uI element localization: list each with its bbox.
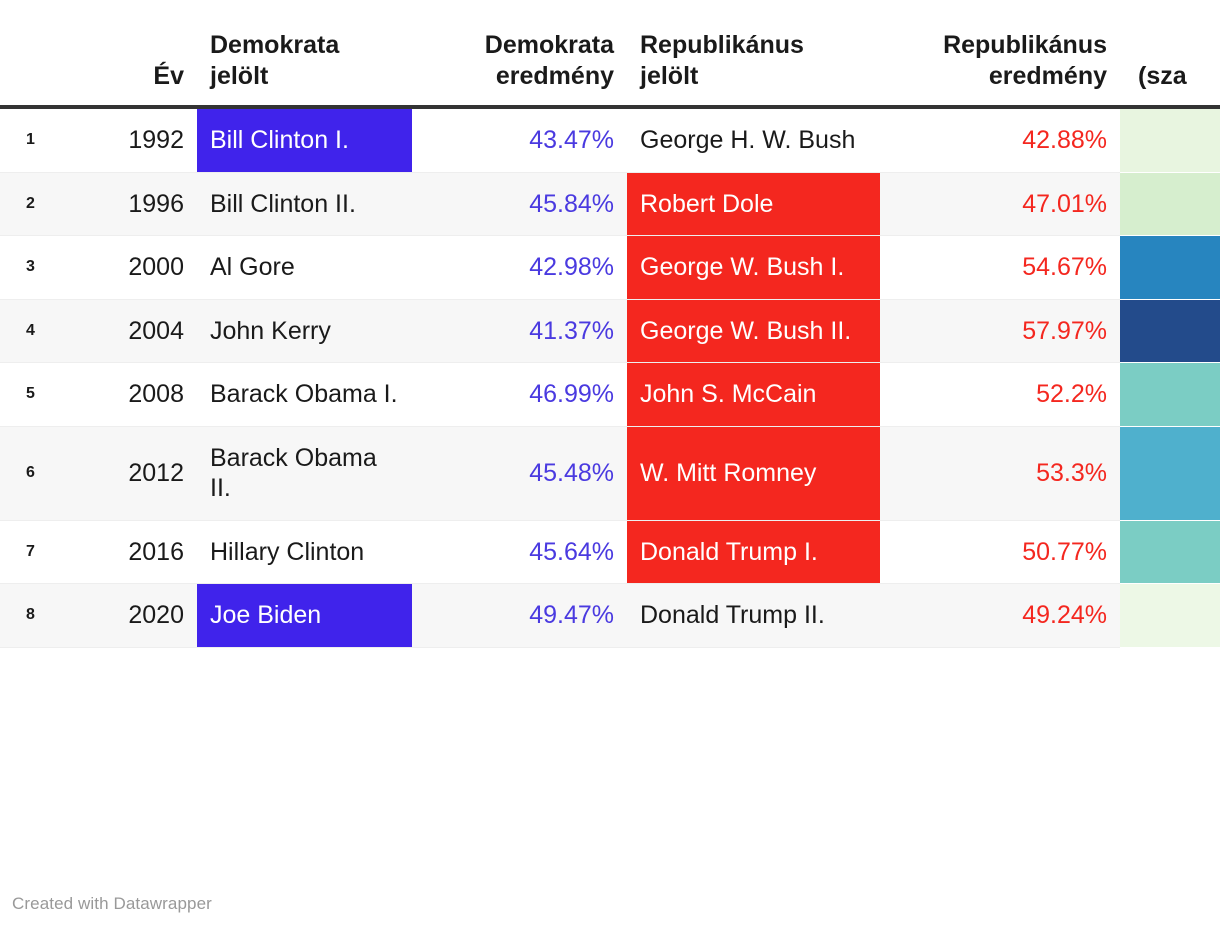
cell-color-swatch: [1120, 235, 1220, 300]
cell-democrat-result: 41.37%: [412, 299, 627, 363]
cell-democrat-result: 49.47%: [412, 583, 627, 648]
cell-democrat-result: 43.47%: [412, 107, 627, 173]
cell-color-swatch: [1120, 107, 1220, 173]
row-index: 7: [0, 520, 60, 584]
row-index: 5: [0, 362, 60, 427]
cell-republican-result: 57.97%: [880, 299, 1120, 363]
cell-republican-result: 49.24%: [880, 583, 1120, 648]
table-row: 6 2012 Barack Obama II. 45.48% W. Mitt Romne…: [0, 426, 1220, 521]
cell-republican-candidate: George W. Bush I.: [627, 235, 880, 300]
election-results-table: Év Demokrata jelölt Demokrata eredmény R…: [0, 30, 1220, 648]
datawrapper-credit[interactable]: Created with Datawrapper: [12, 894, 212, 914]
row-index: 3: [0, 235, 60, 300]
cell-year: 2020: [60, 583, 197, 648]
cell-democrat-candidate: Barack Obama I.: [197, 362, 412, 427]
cell-democrat-result: 46.99%: [412, 362, 627, 427]
row-index: 2: [0, 172, 60, 236]
column-header-swatch[interactable]: (sza: [1120, 30, 1220, 109]
column-header-republican-candidate[interactable]: Republikánus jelölt: [627, 30, 880, 109]
cell-year: 2008: [60, 362, 197, 427]
cell-democrat-candidate: Joe Biden: [197, 583, 412, 648]
column-header-democrat-result[interactable]: Demokrata eredmény: [412, 30, 627, 109]
cell-year: 2004: [60, 299, 197, 363]
column-header-republican-result[interactable]: Republikánus eredmény: [880, 30, 1120, 109]
cell-democrat-result: 45.84%: [412, 172, 627, 236]
cell-republican-candidate: Donald Trump II.: [627, 583, 880, 648]
row-index: 8: [0, 583, 60, 648]
cell-republican-candidate: W. Mitt Romney: [627, 426, 880, 521]
table-row: 8 2020 Joe Biden 49.47% Donald Trump II. 49.2…: [0, 583, 1220, 648]
table-header-row: Év Demokrata jelölt Demokrata eredmény R…: [0, 30, 1220, 109]
cell-democrat-candidate: Bill Clinton I.: [197, 107, 412, 173]
cell-year: 2012: [60, 426, 197, 521]
cell-color-swatch: [1120, 520, 1220, 584]
cell-democrat-result: 42.98%: [412, 235, 627, 300]
cell-year: 2000: [60, 235, 197, 300]
cell-democrat-result: 45.48%: [412, 426, 627, 521]
cell-year: 1992: [60, 107, 197, 173]
cell-republican-candidate: Robert Dole: [627, 172, 880, 236]
cell-democrat-candidate: Bill Clinton II.: [197, 172, 412, 236]
row-index: 6: [0, 426, 60, 521]
cell-democrat-candidate: John Kerry: [197, 299, 412, 363]
table-row: 5 2008 Barack Obama I. 46.99% John S. McCain…: [0, 362, 1220, 427]
cell-democrat-candidate: Al Gore: [197, 235, 412, 300]
cell-republican-result: 50.77%: [880, 520, 1120, 584]
table-row: 1 1992 Bill Clinton I. 43.47% George H. W. B…: [0, 107, 1220, 173]
column-header-year[interactable]: Év: [60, 30, 197, 109]
cell-republican-result: 47.01%: [880, 172, 1120, 236]
cell-republican-result: 53.3%: [880, 426, 1120, 521]
cell-republican-candidate: George W. Bush II.: [627, 299, 880, 363]
table-row: 3 2000 Al Gore 42.98% George W. Bush I. 54.67…: [0, 235, 1220, 300]
table-row: 4 2004 John Kerry 41.37% George W. Bush II. 5…: [0, 299, 1220, 363]
cell-color-swatch: [1120, 172, 1220, 236]
column-header-index[interactable]: [0, 30, 60, 109]
table-container: Év Demokrata jelölt Demokrata eredmény R…: [0, 30, 1220, 930]
table-header: Év Demokrata jelölt Demokrata eredmény R…: [0, 30, 1220, 109]
cell-color-swatch: [1120, 583, 1220, 648]
row-index: 1: [0, 107, 60, 173]
cell-year: 1996: [60, 172, 197, 236]
column-header-democrat-candidate[interactable]: Demokrata jelölt: [197, 30, 412, 109]
cell-democrat-candidate: Hillary Clinton: [197, 520, 412, 584]
cell-republican-candidate: George H. W. Bush: [627, 107, 880, 173]
cell-color-swatch: [1120, 426, 1220, 521]
row-index: 4: [0, 299, 60, 363]
cell-year: 2016: [60, 520, 197, 584]
table-row: 2 1996 Bill Clinton II. 45.84% Robert Dole 47…: [0, 172, 1220, 236]
cell-democrat-result: 45.64%: [412, 520, 627, 584]
cell-democrat-candidate: Barack Obama II.: [197, 426, 412, 521]
cell-republican-candidate: John S. McCain: [627, 362, 880, 427]
cell-color-swatch: [1120, 362, 1220, 427]
cell-republican-candidate: Donald Trump I.: [627, 520, 880, 584]
cell-republican-result: 42.88%: [880, 107, 1120, 173]
cell-color-swatch: [1120, 299, 1220, 363]
cell-republican-result: 52.2%: [880, 362, 1120, 427]
table-row: 7 2016 Hillary Clinton 45.64% Donald Trump I…: [0, 520, 1220, 584]
cell-republican-result: 54.67%: [880, 235, 1120, 300]
table-body: 1 1992 Bill Clinton I. 43.47% George H. W. B…: [0, 107, 1220, 648]
